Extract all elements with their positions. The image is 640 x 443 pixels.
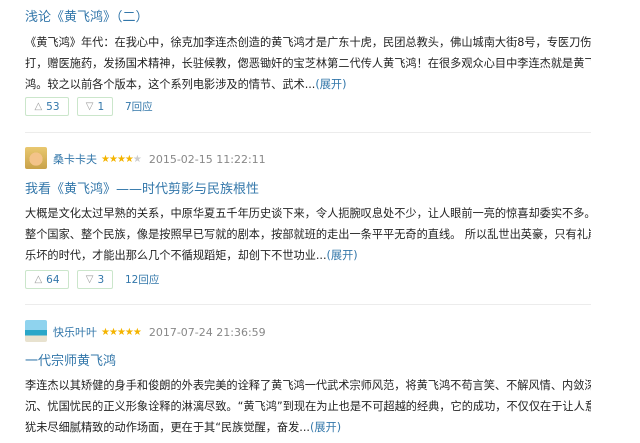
review-body-line: 李连杰以其矫健的身手和俊朗的外表完美的诠释了黄飞鸿一代武术宗师风范，将黄飞鸿不苟… bbox=[25, 379, 591, 392]
rating-stars: ★★★★★ bbox=[101, 326, 142, 338]
review-body: 李连杰以其矫健的身手和俊朗的外表完美的诠释了黄飞鸿一代武术宗师风范，将黄飞鸿不苟… bbox=[25, 375, 591, 438]
downvote-button[interactable]: ▽ 3 bbox=[77, 270, 113, 289]
review-actions: △ 64 ▽ 3 12回应 bbox=[25, 270, 159, 289]
star-icon: ★ bbox=[108, 326, 118, 338]
divider bbox=[25, 132, 591, 133]
triangle-down-icon: ▽ bbox=[85, 274, 94, 285]
review-title[interactable]: 我看《黄飞鸿》——时代剪影与民族根性 bbox=[25, 178, 259, 197]
review-body: 《黄飞鸿》年代：在我心中，徐克加李连杰创造的黄飞鸿才是广东十虎，民团总教头，佛山… bbox=[25, 32, 591, 95]
downvote-button[interactable]: ▽ 1 bbox=[77, 97, 113, 116]
rating-stars: ★★★★★ bbox=[101, 153, 142, 165]
avatar[interactable] bbox=[25, 320, 47, 342]
divider bbox=[25, 304, 591, 305]
replies-link[interactable]: 12回应 bbox=[125, 272, 159, 287]
review-body-line: 《黄飞鸿》年代：在我心中，徐克加李连杰创造的黄飞鸿才是广东十虎，民团总教头，佛山… bbox=[25, 36, 591, 49]
triangle-up-icon: △ bbox=[34, 101, 43, 112]
downvote-count: 3 bbox=[97, 273, 105, 286]
upvote-button[interactable]: △ 53 bbox=[25, 97, 69, 116]
expand-link[interactable]: (展开) bbox=[315, 78, 346, 91]
review-title[interactable]: 浅论《黄飞鸿》（二） bbox=[25, 6, 149, 25]
review-body-line: 大概是文化太过早熟的关系，中原华夏五千年历史谈下来，令人扼腕叹息处不少，让人眼前… bbox=[25, 207, 591, 220]
review-body-text: 鸿。较之以前各个版本，这个系列电影涉及的情节、武术... bbox=[25, 78, 316, 91]
upvote-button[interactable]: △ 64 bbox=[25, 270, 69, 289]
star-icon: ★ bbox=[116, 326, 126, 338]
expand-link[interactable]: (展开) bbox=[310, 421, 341, 434]
author-link[interactable]: 桑卡卡夫 bbox=[53, 151, 97, 167]
star-icon: ★ bbox=[101, 153, 110, 165]
author-link[interactable]: 快乐叶叶 bbox=[53, 324, 97, 340]
review-date: 2017-07-24 21:36:59 bbox=[148, 325, 266, 339]
review-body-line: 沉、忧国忧民的正义形象诠释的淋漓尽致。“黄飞鸿”到现在为止也是不可超越的经典，它… bbox=[25, 400, 591, 413]
review-body-line: 鸿。较之以前各个版本，这个系列电影涉及的情节、武术...(展开) bbox=[25, 74, 591, 95]
review-actions: △ 53 ▽ 1 7回应 bbox=[25, 97, 153, 116]
review-body: 大概是文化太过早熟的关系，中原华夏五千年历史谈下来，令人扼腕叹息处不少，让人眼前… bbox=[25, 203, 591, 266]
triangle-up-icon: △ bbox=[34, 274, 43, 285]
avatar[interactable] bbox=[25, 147, 47, 169]
review-body-line: 整个国家、整个民族，像是按照早已写就的剧本，按部就班的走出一条平平无奇的直线。 … bbox=[25, 228, 591, 241]
star-icon: ★ bbox=[124, 153, 134, 165]
review-body-text: 乐坏的时代，才能出那么几个不循规蹈矩，却创下不世功业... bbox=[25, 249, 327, 262]
review-title[interactable]: 一代宗师黄飞鸿 bbox=[25, 350, 116, 369]
expand-link[interactable]: (展开) bbox=[327, 249, 358, 262]
review-date: 2015-02-15 11:22:11 bbox=[148, 152, 266, 166]
upvote-count: 53 bbox=[46, 100, 60, 113]
star-icon: ★ bbox=[108, 153, 118, 165]
review-body-text: 犹未尽细腻精致的动作场面，更在于其“民族觉醒，奋发... bbox=[25, 421, 310, 434]
review-body-line: 打，赠医施药，发扬国术精神，长驻候教，偬恶锄奸的宝芝林第二代传人黄飞鸿！在很多观… bbox=[25, 57, 591, 70]
star-icon: ★ bbox=[132, 153, 142, 165]
review-meta: 快乐叶叶 ★★★★★ 2017-07-24 21:36:59 bbox=[53, 324, 266, 340]
replies-link[interactable]: 7回应 bbox=[125, 99, 153, 114]
upvote-count: 64 bbox=[46, 273, 60, 286]
triangle-down-icon: ▽ bbox=[85, 101, 94, 112]
review-body-line: 乐坏的时代，才能出那么几个不循规蹈矩，却创下不世功业...(展开) bbox=[25, 245, 591, 266]
star-icon: ★ bbox=[101, 326, 110, 338]
review-body-line: 犹未尽细腻精致的动作场面，更在于其“民族觉醒，奋发...(展开) bbox=[25, 417, 591, 438]
star-icon: ★ bbox=[116, 153, 126, 165]
downvote-count: 1 bbox=[97, 100, 105, 113]
star-icon: ★ bbox=[132, 326, 142, 338]
star-icon: ★ bbox=[124, 326, 134, 338]
review-meta: 桑卡卡夫 ★★★★★ 2015-02-15 11:22:11 bbox=[53, 151, 266, 167]
